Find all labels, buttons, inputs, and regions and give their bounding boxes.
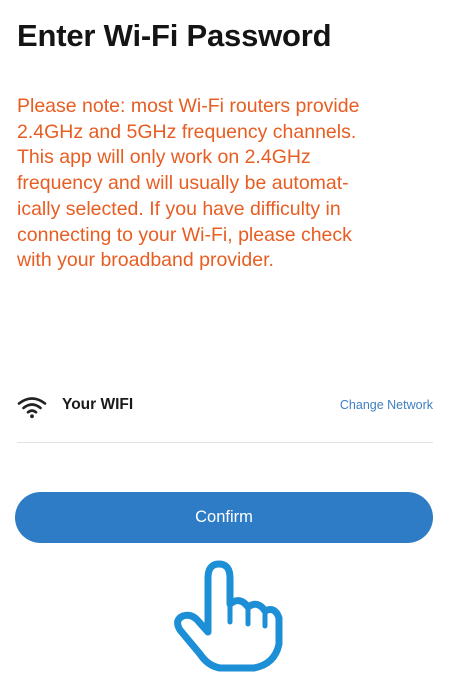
notice-line: ically selected. If you have difficulty … [17,197,341,220]
wifi-icon [17,397,47,419]
notice-line: Please note: most Wi-Fi routers provide [17,95,360,117]
notice-line: This app will only work on 2.4GHz [17,146,311,169]
network-row: Your WIFI Change Network [17,388,433,428]
notice-line: with your broadband provider. [17,249,274,272]
frequency-notice: Please note: most Wi-Fi routers provide … [17,94,447,274]
notice-line: 2.4GHz and 5GHz frequency channels. [17,120,357,143]
page-title: Enter Wi-Fi Password [17,18,332,53]
network-name: Your WIFI [62,396,134,413]
confirm-button[interactable]: Confirm [15,492,433,543]
notice-line: frequency and will usually be automat- [17,172,349,195]
change-network-link[interactable]: Change Network [340,398,433,412]
pointing-hand-icon [174,560,283,672]
divider [17,442,433,443]
notice-line: connecting to your Wi-Fi, please check [17,223,352,246]
